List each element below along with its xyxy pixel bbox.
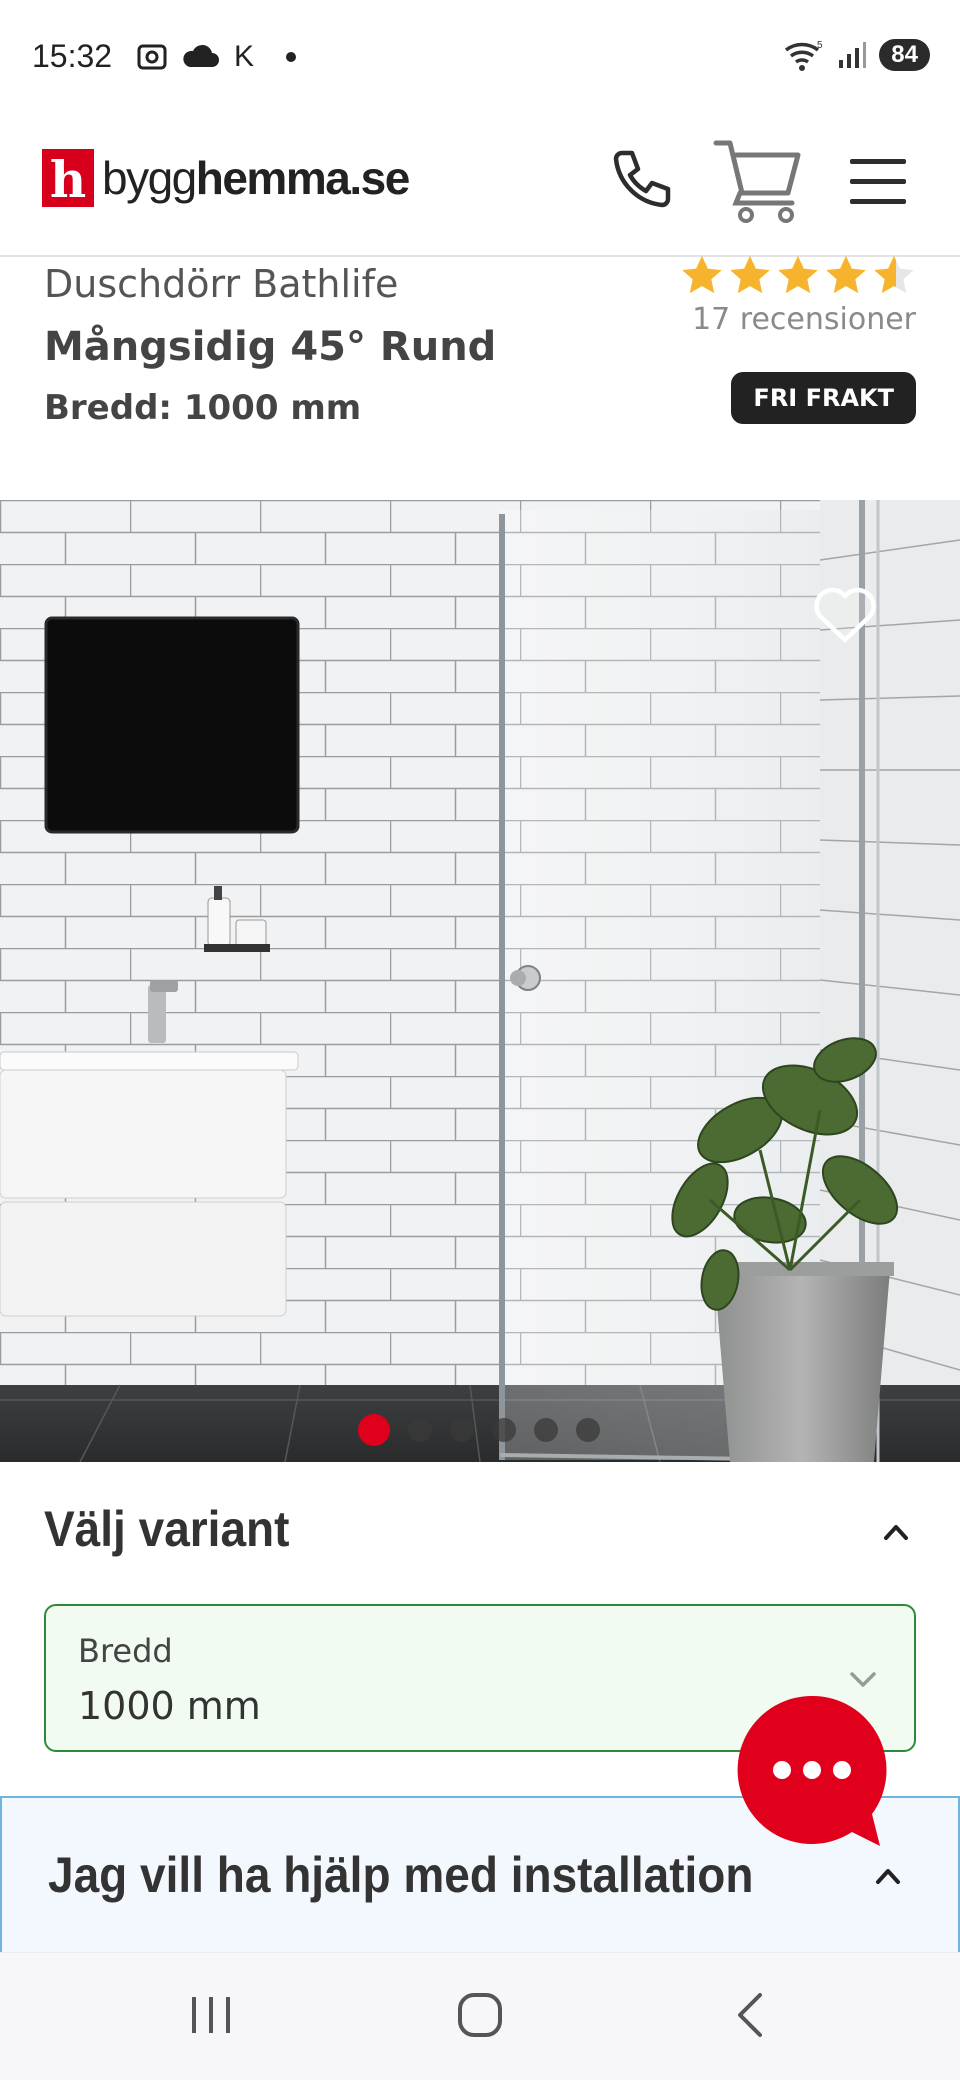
logo-text-suffix: .se	[349, 152, 410, 204]
half-star-icon	[874, 255, 914, 294]
carousel-dot[interactable]	[576, 1418, 600, 1442]
star-icon	[730, 255, 770, 294]
product-brand: Duschdörr Bathlife	[44, 262, 399, 306]
carousel-dot[interactable]	[450, 1418, 474, 1442]
product-width: Bredd: 1000 mm	[44, 388, 362, 428]
product-page: 15:32 K 5 84 h bygghemma.se Duschdörr Ba…	[0, 0, 960, 2080]
svg-text:5: 5	[817, 40, 823, 51]
variant-section-title: Välj variant	[44, 1501, 290, 1557]
battery-indicator: 84	[879, 39, 930, 71]
star-icon	[682, 255, 722, 294]
chat-dot-icon	[803, 1761, 821, 1779]
chevron-up-icon[interactable]	[882, 1522, 910, 1542]
chat-dot-icon	[833, 1761, 851, 1779]
carousel-dot[interactable]	[492, 1418, 516, 1442]
site-header: h bygghemma.se	[0, 115, 960, 257]
status-letter: K	[234, 40, 255, 73]
logo-text-regular: bygg	[102, 152, 197, 204]
back-icon[interactable]	[730, 1987, 770, 2043]
chat-button[interactable]	[734, 1692, 890, 1852]
installation-help-title: Jag vill ha hjälp med installation	[48, 1847, 754, 1903]
review-count[interactable]: 17 recensioner	[692, 302, 916, 337]
width-select-value: 1000 mm	[78, 1684, 261, 1728]
wifi-icon: 5	[785, 40, 823, 71]
carousel-dot[interactable]	[534, 1418, 558, 1442]
logo-mark: h	[42, 149, 94, 207]
recent-apps-icon[interactable]	[186, 1987, 236, 2043]
system-nav-bar	[0, 1952, 960, 2080]
klarna-cloud-icon	[183, 44, 219, 67]
site-logo[interactable]: h bygghemma.se	[42, 149, 410, 207]
width-select-label: Bredd	[78, 1632, 173, 1670]
menu-icon[interactable]	[848, 155, 908, 209]
status-time: 15:32	[32, 38, 113, 74]
chevron-down-icon	[850, 1672, 876, 1687]
rating-stars[interactable]	[680, 254, 916, 296]
signal-icon	[839, 42, 867, 68]
logo-text-bold: hemma	[195, 152, 351, 204]
carousel-dot-active[interactable]	[358, 1414, 390, 1446]
star-icon	[778, 255, 818, 294]
cart-icon[interactable]	[712, 135, 804, 227]
carousel-dots	[358, 1414, 600, 1446]
status-dot-icon	[286, 52, 297, 62]
chat-dot-icon	[773, 1761, 791, 1779]
favorite-heart-icon[interactable]	[812, 584, 878, 646]
product-name: Mångsidig 45° Rund	[44, 324, 497, 370]
status-notification-icons: K	[136, 40, 297, 74]
home-icon[interactable]	[452, 1987, 508, 2043]
chevron-up-icon[interactable]	[874, 1866, 902, 1886]
status-system-icons: 5 84	[783, 38, 930, 72]
status-bar: 15:32 K 5 84	[0, 0, 960, 115]
phone-icon[interactable]	[604, 145, 676, 217]
logo-text: bygghemma.se	[102, 151, 410, 205]
carousel-dot[interactable]	[408, 1418, 432, 1442]
free-shipping-badge: FRI FRAKT	[731, 372, 916, 424]
star-icon	[826, 255, 866, 294]
screenshot-icon	[137, 44, 167, 70]
product-image[interactable]	[0, 500, 960, 1462]
